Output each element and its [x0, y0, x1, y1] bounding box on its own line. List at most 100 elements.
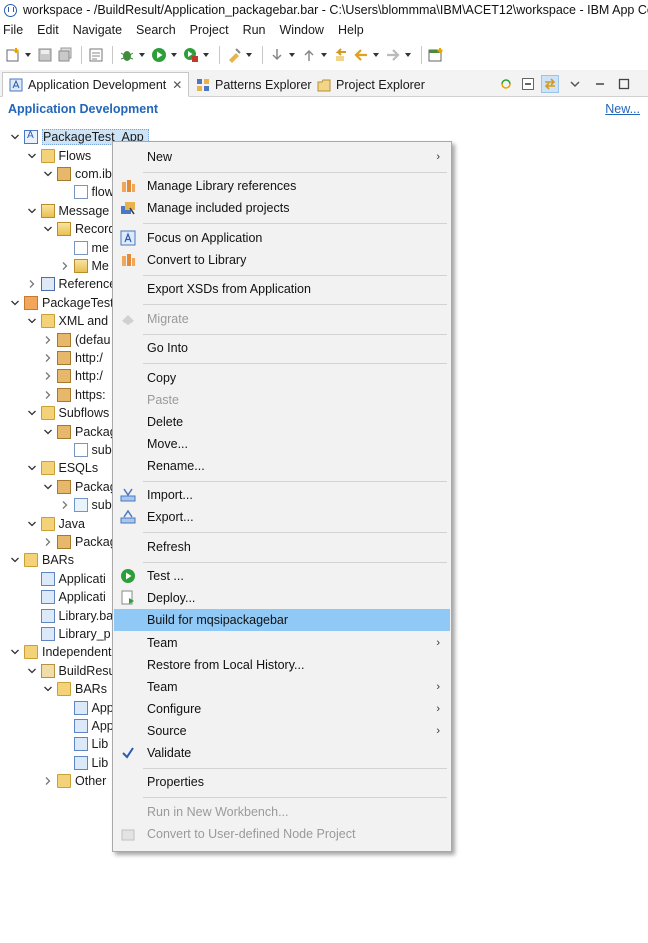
tree-item[interactable]: sub — [60, 496, 112, 514]
menu-item-team[interactable]: Team › — [114, 632, 450, 654]
tree-item[interactable]: Java — [27, 514, 85, 532]
tree-item[interactable]: BuildResu — [27, 662, 115, 680]
menu-item-convert-to-library[interactable]: Convert to Library — [114, 249, 450, 271]
next-annotation-icon[interactable] — [268, 46, 286, 64]
open-perspective-icon[interactable] — [225, 46, 243, 64]
sync-icon[interactable] — [497, 75, 515, 93]
menu-file[interactable]: File — [3, 23, 23, 37]
tree-item[interactable]: Independent — [10, 643, 112, 661]
tree-item[interactable]: Other — [43, 772, 106, 790]
chevron-right-icon[interactable] — [27, 279, 37, 289]
chevron-right-icon[interactable] — [43, 537, 53, 547]
chevron-right-icon[interactable] — [43, 371, 53, 381]
tree-item[interactable]: BARs — [10, 551, 74, 569]
chevron-right-icon[interactable] — [43, 335, 53, 345]
forward-dropdown-icon[interactable] — [404, 46, 412, 64]
tree-item[interactable]: sub — [60, 441, 112, 459]
menu-window[interactable]: Window — [280, 23, 324, 37]
run-dropdown-icon[interactable] — [170, 46, 178, 64]
tree-item[interactable]: App — [60, 698, 114, 716]
menu-item-properties[interactable]: Properties — [114, 771, 450, 793]
open-perspective-dropdown-icon[interactable] — [245, 46, 253, 64]
menu-project[interactable]: Project — [190, 23, 229, 37]
tree-item[interactable]: App — [60, 717, 114, 735]
chevron-down-icon[interactable] — [10, 132, 20, 142]
tree-item[interactable]: me — [60, 238, 109, 256]
menu-item-delete[interactable]: Delete — [114, 411, 450, 433]
tab-project-explorer[interactable]: Project Explorer — [311, 72, 431, 97]
chevron-down-icon[interactable] — [43, 224, 53, 234]
menu-item-focus-on-application[interactable]: Focus on Application — [114, 227, 450, 249]
tree-item[interactable]: Applicati — [27, 588, 106, 606]
tree-item[interactable]: Me — [60, 257, 109, 275]
tree-item[interactable]: com.ib — [43, 165, 112, 183]
chevron-down-icon[interactable] — [27, 316, 37, 326]
tree-item[interactable]: Library_p — [27, 625, 111, 643]
external-tools-dropdown-icon[interactable] — [202, 46, 210, 64]
chevron-right-icon[interactable] — [60, 261, 70, 271]
menu-item-restore-from-local-history[interactable]: Restore from Local History... — [114, 654, 450, 676]
tree-item[interactable]: Lib — [60, 735, 108, 753]
save-all-icon[interactable] — [56, 46, 74, 64]
tree-item[interactable]: http:/ — [43, 367, 103, 385]
menu-item-export-xsds-from-application[interactable]: Export XSDs from Application — [114, 278, 450, 300]
menu-item-test[interactable]: Test ... — [114, 565, 450, 587]
tree-item[interactable]: Subflows — [27, 404, 109, 422]
tree-item[interactable]: flow — [60, 183, 114, 201]
menu-item-validate[interactable]: Validate — [114, 742, 450, 764]
new-icon[interactable] — [4, 46, 22, 64]
menu-navigate[interactable]: Navigate — [73, 23, 122, 37]
properties-icon[interactable] — [87, 46, 105, 64]
tree-item[interactable]: Library.ba — [27, 606, 113, 624]
previous-annotation-icon[interactable] — [300, 46, 318, 64]
menu-item-new[interactable]: New › — [114, 146, 450, 168]
previous-annotation-dropdown-icon[interactable] — [320, 46, 328, 64]
debug-icon[interactable] — [118, 46, 136, 64]
tree-item[interactable]: Flows — [27, 146, 91, 164]
menu-edit[interactable]: Edit — [37, 23, 59, 37]
new-link[interactable]: New... — [605, 102, 640, 116]
chevron-down-icon[interactable] — [43, 684, 53, 694]
chevron-down-icon[interactable] — [27, 408, 37, 418]
save-icon[interactable] — [36, 46, 54, 64]
maximize-icon[interactable] — [615, 75, 633, 93]
next-annotation-dropdown-icon[interactable] — [288, 46, 296, 64]
new-dropdown-icon[interactable] — [24, 46, 32, 64]
tree-item[interactable]: Applicati — [27, 570, 106, 588]
chevron-down-icon[interactable] — [43, 482, 53, 492]
tree-item[interactable]: ESQLs — [27, 459, 98, 477]
tree-item[interactable]: BARs — [43, 680, 107, 698]
chevron-down-icon[interactable] — [43, 169, 53, 179]
menu-item-go-into[interactable]: Go Into — [114, 337, 450, 359]
menu-help[interactable]: Help — [338, 23, 364, 37]
view-menu-icon[interactable] — [566, 75, 584, 93]
menu-search[interactable]: Search — [136, 23, 176, 37]
open-perspective-window-icon[interactable] — [427, 46, 445, 64]
tab-application-development[interactable]: Application Development ✕ — [2, 72, 190, 97]
menu-item-manage-included-projects[interactable]: Manage included projects — [114, 197, 450, 219]
menu-item-rename[interactable]: Rename... — [114, 455, 450, 477]
menu-item-move[interactable]: Move... — [114, 433, 450, 455]
chevron-right-icon[interactable] — [60, 500, 70, 510]
chevron-down-icon[interactable] — [43, 427, 53, 437]
menu-item-configure[interactable]: Configure › — [114, 698, 450, 720]
last-edit-location-icon[interactable] — [332, 46, 350, 64]
chevron-down-icon[interactable] — [27, 463, 37, 473]
tree-item[interactable]: Lib — [60, 754, 108, 772]
menu-item-build-for-mqsipackagebar[interactable]: Build for mqsipackagebar — [114, 609, 450, 632]
tree-item[interactable]: (defau — [43, 330, 110, 348]
tree-item[interactable]: Packag — [43, 422, 117, 440]
tree-item[interactable]: http:/ — [43, 349, 103, 367]
run-icon[interactable] — [150, 46, 168, 64]
tree-item[interactable]: XML and — [27, 312, 108, 330]
chevron-right-icon[interactable] — [43, 776, 53, 786]
menu-item-import[interactable]: Import... — [114, 484, 450, 506]
back-dropdown-icon[interactable] — [372, 46, 380, 64]
menu-item-manage-library-references[interactable]: Manage Library references — [114, 175, 450, 197]
debug-dropdown-icon[interactable] — [138, 46, 146, 64]
back-icon[interactable] — [352, 46, 370, 64]
close-icon[interactable]: ✕ — [172, 78, 182, 92]
tree-item[interactable]: PackageTest_ — [10, 294, 121, 312]
chevron-down-icon[interactable] — [27, 151, 37, 161]
tree-item[interactable]: Packag — [43, 478, 117, 496]
